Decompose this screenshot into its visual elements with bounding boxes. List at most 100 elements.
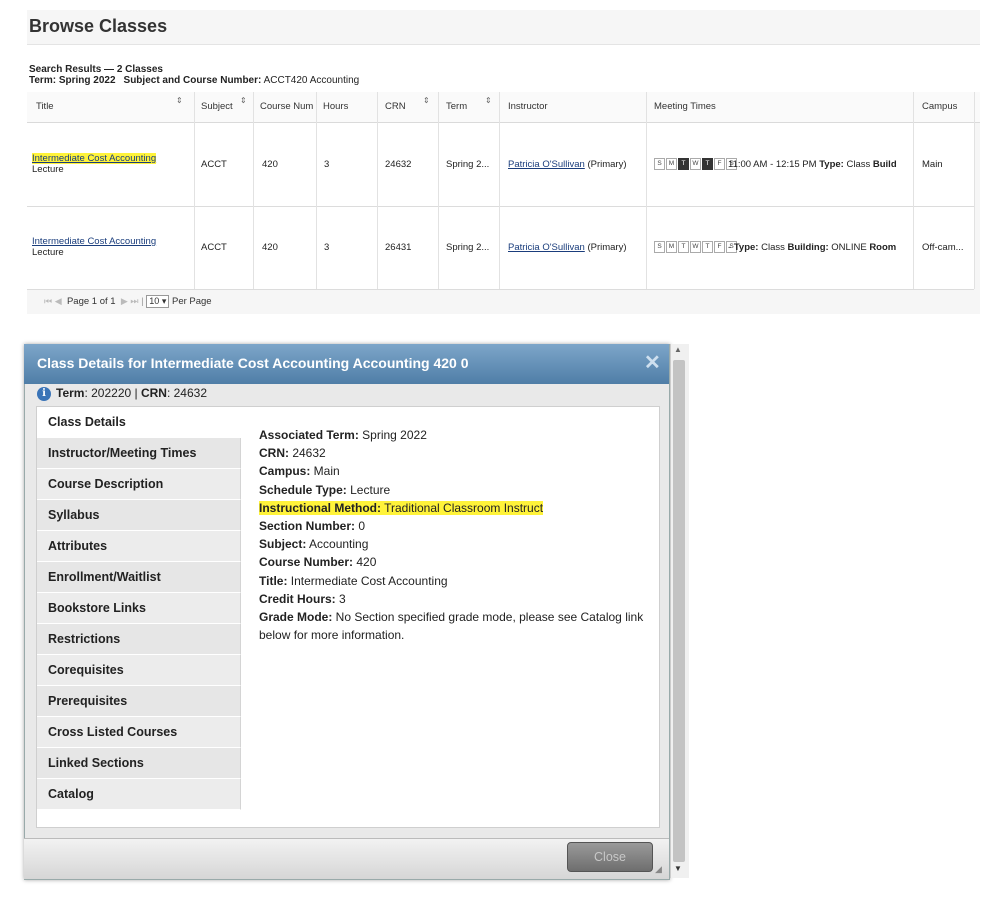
col-header-campus[interactable]: Campus [922,92,957,122]
scrollbar-thumb[interactable] [673,360,685,862]
detail-key: Associated Term: [259,428,359,442]
col-header-course-num[interactable]: Course Num [260,92,313,122]
crn-cell: 24632 [385,159,412,170]
day-box: T [678,241,689,253]
detail-key: Grade Mode: [259,610,333,625]
detail-line: Subject: Accounting [259,535,654,553]
day-box: F [714,158,725,170]
subject-label: Subject and Course Number: [123,75,262,86]
instructor-link[interactable]: Patricia O'Sullivan [508,242,585,253]
tab-syllabus[interactable]: Syllabus [37,500,241,531]
results-count: — 2 Classes [104,64,163,75]
detail-key: Title: [259,573,288,588]
day-box: S [654,241,665,253]
tab-class-details[interactable]: Class Details [37,407,241,438]
row-title-cell: Intermediate Cost Accounting Lecture [32,153,157,175]
building-label: Building: [787,242,829,253]
column-divider [316,92,317,289]
next-page-icon[interactable]: ▶ [121,296,128,306]
scroll-up-icon[interactable]: ▲ [674,345,682,354]
tab-linked-sections[interactable]: Linked Sections [37,748,241,779]
table-header [27,92,980,123]
col-header-hours[interactable]: Hours [323,92,348,122]
per-page-select[interactable]: 10 ▾ [146,295,170,308]
per-page-label: Per Page [171,296,212,307]
course-num-cell: 420 [262,159,278,170]
subject-cell: ACCT [201,159,227,170]
term-label: Term [56,386,85,400]
term-value: : 202220 | [84,386,138,400]
sort-icon[interactable]: ⇕ [176,96,183,105]
day-box: S [654,158,665,170]
sort-icon[interactable]: ⇕ [485,96,492,105]
course-title-link[interactable]: Intermediate Cost Accounting [32,236,156,247]
detail-key: Section Number: [259,519,356,534]
per-page-value: 10 [149,296,160,306]
col-header-crn[interactable]: CRN [385,92,406,122]
page-of-label: of 1 [99,296,116,307]
detail-value: Intermediate Cost Accounting [287,573,448,588]
tab-prerequisites[interactable]: Prerequisites [37,686,241,717]
detail-value: Accounting [306,537,369,552]
detail-key: Schedule Type: [259,482,347,497]
detail-value: 420 [353,555,377,570]
detail-key: Credit Hours: [259,591,336,606]
campus-cell: Main [922,159,943,170]
tab-course-description[interactable]: Course Description [37,469,241,500]
meeting-time: - [728,242,732,253]
meeting-info: 11:00 AM - 12:15 PM Type: Class Build [728,159,911,170]
detail-value: 24632 [289,446,326,461]
term-value: Spring 2022 [58,75,116,86]
row-title-cell: Intermediate Cost Accounting Lecture [32,236,156,258]
day-box: T [702,241,713,253]
detail-value: Lecture [346,482,391,497]
course-title-link[interactable]: Intermediate Cost Accounting [32,153,157,164]
col-header-term[interactable]: Term [446,92,467,122]
col-header-instructor[interactable]: Instructor [508,92,548,122]
crn-value: : 24632 [166,386,208,400]
sort-icon[interactable]: ⇕ [423,96,430,105]
meeting-type-value: Class [761,242,785,253]
scroll-down-icon[interactable]: ▼ [674,864,682,873]
dialog-subheader: Term: 202220 | CRN: 24632 [56,386,207,400]
tab-restrictions[interactable]: Restrictions [37,624,241,655]
detail-line: Course Number: 420 [259,553,654,571]
last-page-icon[interactable]: ⏭ [130,296,138,306]
close-icon[interactable]: ✕ [644,350,661,375]
tab-enrollment-waitlist[interactable]: Enrollment/Waitlist [37,562,241,593]
sort-icon[interactable]: ⇕ [240,96,247,105]
page-number[interactable]: 1 [92,296,97,307]
day-box: W [690,158,701,170]
results-heading: Search Results [29,64,102,75]
column-divider [438,92,439,289]
term-label: Term: [29,75,57,86]
first-page-icon[interactable]: ⏮ [44,296,52,306]
col-header-title[interactable]: Title [36,92,54,122]
resize-grip-icon[interactable]: ◢ [655,864,662,875]
crn-label: CRN [140,386,167,400]
detail-key: Course Number: [259,555,354,570]
detail-line: Credit Hours: 3 [259,590,654,608]
day-box: M [666,158,677,170]
crn-cell: 26431 [385,242,412,253]
detail-line: Schedule Type: Lecture [259,481,654,499]
class-details-content: Associated Term: Spring 2022 CRN: 24632 Ca… [259,426,654,644]
tab-catalog[interactable]: Catalog [37,779,241,810]
detail-line: Associated Term: Spring 2022 [259,426,654,444]
room-label: Room [869,242,897,253]
tab-corequisites[interactable]: Corequisites [37,655,241,686]
col-header-meeting-times[interactable]: Meeting Times [654,92,716,122]
tab-attributes[interactable]: Attributes [37,531,241,562]
close-button[interactable]: Close [567,842,653,872]
col-header-subject[interactable]: Subject [201,92,233,122]
instructor-link[interactable]: Patricia O'Sullivan [508,159,585,170]
detail-key: Campus: [259,464,311,479]
tab-cross-listed-courses[interactable]: Cross Listed Courses [37,717,241,748]
instructor-role: (Primary) [587,159,627,170]
prev-page-icon[interactable]: ◀ [55,296,62,306]
tab-instructor-meeting-times[interactable]: Instructor/Meeting Times [37,438,241,469]
column-divider [499,92,500,289]
hours-cell: 3 [324,159,330,170]
tab-bookstore-links[interactable]: Bookstore Links [37,593,241,624]
detail-line: Campus: Main [259,462,654,480]
